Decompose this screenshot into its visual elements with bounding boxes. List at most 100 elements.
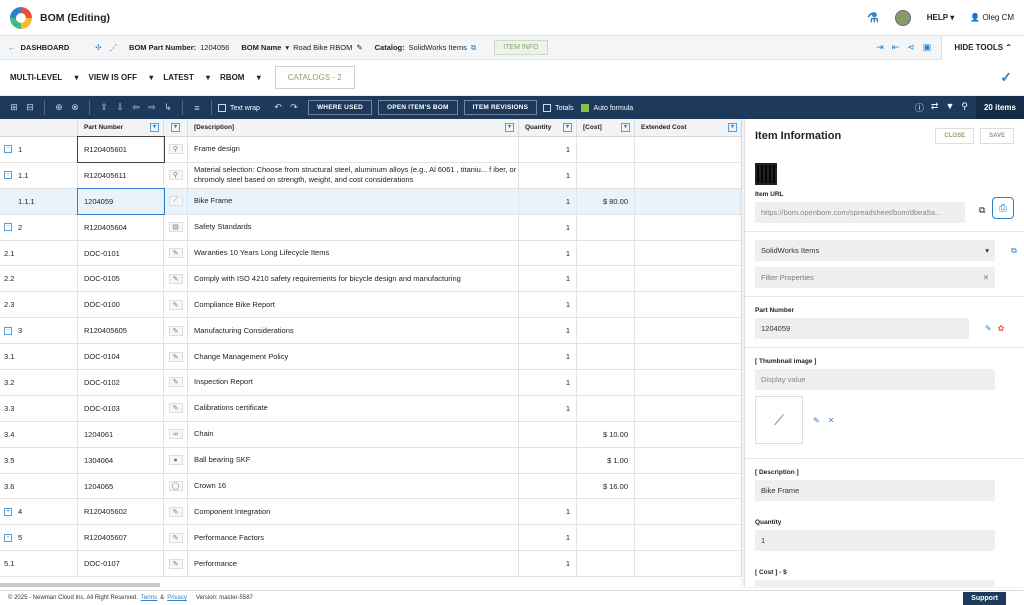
quantity-cell[interactable]: 1 (519, 266, 577, 292)
table-row[interactable]: 3.6 1204065 ◯ Crown 16 $ 16.00 (0, 473, 742, 500)
table-row[interactable]: 2.1 DOC-0101 ✎ Waranties 10 Years Long Life… (0, 240, 742, 267)
thumbnail-icon[interactable]: ✎ (168, 532, 183, 543)
catalogs-button[interactable]: CATALOGS - 2 (274, 66, 355, 89)
cost-cell[interactable]: $ 10.00 (577, 421, 635, 447)
import-icon[interactable]: ⇥ (876, 42, 884, 53)
description-cell[interactable]: Component Integration (188, 499, 519, 525)
quantity-cell[interactable]: 1 (519, 318, 577, 344)
description-cell[interactable]: Bike Frame (188, 188, 519, 214)
info-icon[interactable]: ⓘ (915, 101, 924, 114)
expand-toggle-icon[interactable]: - (4, 171, 12, 180)
quantity-cell[interactable]: 1 (519, 499, 577, 525)
thumbnail-icon[interactable]: ✎ (168, 299, 183, 310)
rbom-dropdown[interactable]: RBOM ▾ (220, 73, 261, 82)
table-row[interactable]: 3.1 DOC-0104 ✎ Change Management Policy 1 (0, 344, 742, 371)
bom-name-dropdown[interactable]: BOM Name ▾ Road Bike RBOM ✎ (241, 43, 362, 52)
extended-cost-cell[interactable] (635, 395, 742, 421)
quantity-cell[interactable]: 1 (519, 292, 577, 318)
thumbnail-icon[interactable]: ∞ (168, 429, 183, 440)
add-child-icon[interactable]: ⊟ (24, 102, 36, 113)
filter-icon[interactable]: ▼ (945, 101, 954, 114)
thumbnail-icon[interactable]: ◯ (168, 481, 183, 492)
table-row[interactable]: 2.2 DOC-0105 ✎ Comply with ISO 4210 safety … (0, 266, 742, 293)
expand-toggle-icon[interactable]: - (4, 326, 12, 335)
edit-icon[interactable]: ✎ (813, 416, 820, 425)
cost-cell[interactable] (577, 395, 635, 421)
table-row[interactable]: +4 R120405602 ✎ Component Integration 1 (0, 499, 742, 526)
thumbnail-icon[interactable]: ⟋ (168, 196, 183, 207)
move-up-icon[interactable]: ⇧ (98, 102, 110, 113)
table-row[interactable]: 3.2 DOC-0102 ✎ Inspection Report 1 (0, 370, 742, 396)
description-cell[interactable]: Safety Standards (188, 214, 519, 240)
part-number-cell[interactable]: 1304064 (78, 447, 164, 473)
save-icon[interactable]: ▣ (923, 42, 932, 53)
print-icon[interactable]: ⎙ (992, 197, 1014, 219)
table-row[interactable]: 1.1.1 1204059 ⟋ Bike Frame 1 $ 80.00 (0, 187, 742, 215)
table-row[interactable]: -3 R120405605 ✎ Manufacturing Consideration… (0, 318, 742, 345)
table-row[interactable]: -5 R120405607 ✎ Performance Factors 1 (0, 525, 742, 552)
thumbnail-icon[interactable]: ⚲ (168, 170, 183, 181)
part-number-cell[interactable]: 1204065 (78, 473, 164, 499)
cost-field[interactable]: 80 (755, 580, 995, 587)
cost-cell[interactable] (577, 214, 635, 240)
quantity-cell[interactable]: 1 (519, 370, 577, 395)
part-number-cell[interactable]: 1204061 (78, 421, 164, 447)
col-quantity[interactable]: Quantity ▾ (519, 119, 577, 136)
description-cell[interactable]: Chain (188, 421, 519, 447)
extended-cost-cell[interactable] (635, 266, 742, 292)
where-used-button[interactable]: WHERE USED (307, 100, 373, 115)
chart-icon[interactable]: ⋰ (110, 43, 118, 52)
col-description[interactable]: [Description] ▾ (188, 119, 519, 136)
part-number-cell[interactable]: DOC-0101 (78, 240, 164, 266)
copy-icon[interactable]: ⧉ (979, 205, 985, 216)
extended-cost-cell[interactable] (635, 551, 742, 577)
description-cell[interactable]: Material selection: Choose from structur… (188, 162, 519, 188)
delete-column-icon[interactable]: ⊗ (69, 102, 81, 113)
view-dropdown[interactable]: VIEW IS OFF ▾ (89, 73, 154, 82)
thumbnail-icon[interactable]: ● (168, 455, 183, 466)
extended-cost-cell[interactable] (635, 162, 742, 188)
col-cost[interactable]: [Cost] ▾ (577, 119, 635, 136)
quantity-field[interactable]: 1 (755, 530, 995, 551)
part-number-cell[interactable]: DOC-0107 (78, 551, 164, 577)
save-button[interactable]: SAVE (980, 128, 1014, 144)
extended-cost-cell[interactable] (635, 318, 742, 344)
item-url-field[interactable]: https://bom.openbom.com/spreadsheet/bom/… (755, 202, 965, 223)
extended-cost-cell[interactable] (635, 447, 742, 473)
external-link-icon[interactable]: ⧉ (1011, 246, 1017, 256)
description-cell[interactable]: Frame design (188, 137, 519, 162)
thumbnail-icon[interactable]: ✎ (168, 403, 183, 414)
thumbnail-display-field[interactable]: Display value (755, 369, 995, 390)
part-number-cell[interactable]: DOC-0100 (78, 292, 164, 318)
terms-link[interactable]: Terms (141, 595, 157, 601)
cost-cell[interactable] (577, 525, 635, 551)
edit-icon[interactable]: ✎ (985, 324, 992, 333)
cost-cell[interactable] (577, 370, 635, 395)
redo-icon[interactable]: ↷ (288, 102, 300, 113)
add-row-icon[interactable]: ⊞ (8, 102, 20, 113)
quantity-cell[interactable]: 1 (519, 395, 577, 421)
table-row[interactable]: 3.4 1204061 ∞ Chain $ 10.00 (0, 421, 742, 448)
description-cell[interactable]: Performance Factors (188, 525, 519, 551)
filter-properties-input[interactable]: Filter Properties ✕ (755, 267, 995, 288)
extended-cost-cell[interactable] (635, 370, 742, 395)
cost-cell[interactable] (577, 551, 635, 577)
latest-dropdown[interactable]: LATEST ▾ (163, 73, 210, 82)
table-row[interactable]: 3.3 DOC-0103 ✎ Calibrations certificate 1 (0, 395, 742, 422)
part-number-cell[interactable]: R120405611 (78, 162, 164, 188)
description-field[interactable]: Bike Frame (755, 480, 995, 501)
description-cell[interactable]: Calibrations certificate (188, 395, 519, 421)
description-cell[interactable]: Manufacturing Considerations (188, 318, 519, 344)
thumbnail-icon[interactable]: ✎ (168, 351, 183, 362)
support-button[interactable]: Support (963, 591, 1006, 605)
external-link-icon[interactable]: ⧉ (471, 43, 476, 53)
cost-cell[interactable] (577, 344, 635, 370)
col-part-number[interactable]: Part Number ▾ (78, 119, 164, 136)
move-left-icon[interactable]: ⇦ (130, 102, 142, 113)
thumbnail-icon[interactable]: ✎ (168, 377, 183, 388)
thumbnail-icon[interactable]: ✎ (168, 506, 183, 517)
quantity-cell[interactable]: 1 (519, 214, 577, 240)
description-cell[interactable]: Compliance Bike Report (188, 292, 519, 318)
quantity-cell[interactable]: 1 (519, 525, 577, 551)
item-info-button[interactable]: ITEM INFO (494, 40, 548, 55)
